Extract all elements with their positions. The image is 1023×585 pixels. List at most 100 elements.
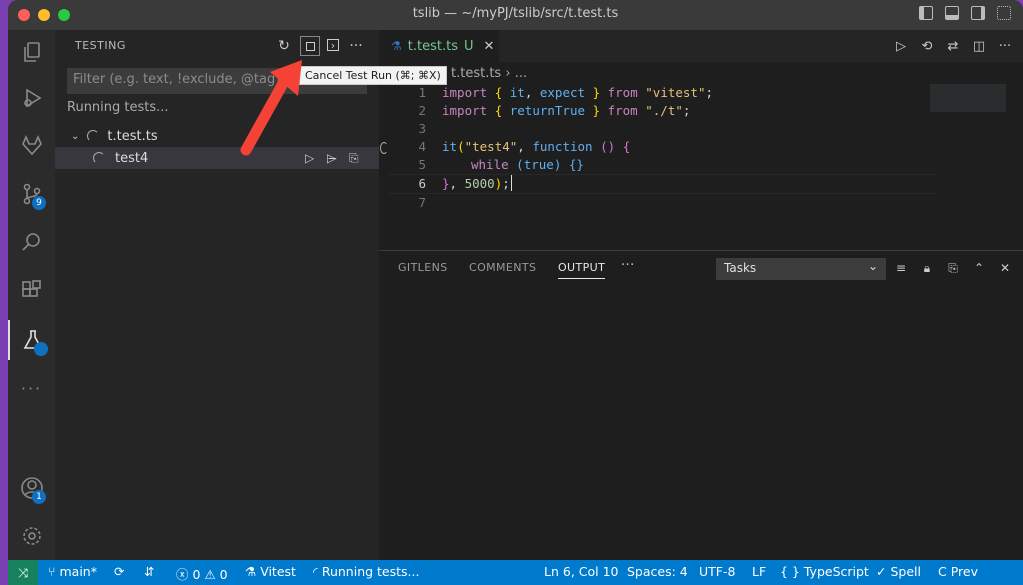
- toggle-panel-icon[interactable]: [945, 6, 959, 20]
- more-actions-icon[interactable]: ···: [347, 37, 365, 55]
- running-tests-indicator[interactable]: ◜ Running tests...: [313, 564, 419, 579]
- git-branch-icon: ⑂: [48, 564, 60, 579]
- code-token: "./t": [645, 103, 683, 118]
- show-output-icon[interactable]: ›: [327, 39, 339, 52]
- test-file-item[interactable]: ⌄ t.test.ts: [55, 125, 379, 147]
- eol-indicator[interactable]: LF: [752, 564, 766, 579]
- gitlab-icon[interactable]: [8, 126, 55, 166]
- tab-gitlens[interactable]: GITLENS: [398, 261, 448, 274]
- gutter-running-icon[interactable]: [380, 142, 388, 154]
- testing-icon[interactable]: [8, 320, 55, 360]
- minimap[interactable]: [930, 84, 1006, 112]
- error-icon: ⓧ: [176, 567, 189, 582]
- refresh-tests-icon[interactable]: ↻: [275, 37, 293, 55]
- cursor-position[interactable]: Ln 6, Col 10: [544, 564, 619, 579]
- vitest-label: Vitest: [260, 564, 296, 579]
- code-token: ;: [705, 85, 714, 100]
- remote-indicator[interactable]: ⤨: [8, 560, 38, 585]
- test-file-label: t.test.ts: [107, 128, 158, 144]
- code-token: (): [600, 139, 616, 154]
- go-to-test-icon[interactable]: ⎘: [349, 151, 359, 166]
- clear-output-icon[interactable]: ≡: [893, 260, 909, 276]
- tab-output[interactable]: OUTPUT: [558, 261, 606, 279]
- code-token: {}: [568, 157, 584, 172]
- language-indicator[interactable]: { } TypeScript: [780, 564, 869, 579]
- vscode-window: tslib — ~/myPJ/tslib/src/t.test.ts 9 ···…: [8, 0, 1023, 585]
- chevron-right-icon: ›: [505, 66, 515, 81]
- accounts-badge: 1: [32, 490, 46, 504]
- test-case-label: test4: [115, 150, 149, 166]
- line-number: 2: [418, 103, 426, 118]
- code-token: import: [442, 85, 488, 100]
- editor-tab-bar: ⚗ t.test.ts U ✕ ▷ ⟲ ⇄ ◫ ···: [379, 30, 1023, 62]
- code-token: ;: [682, 103, 691, 118]
- settings-icon[interactable]: [8, 516, 55, 556]
- code-token: ;: [502, 176, 510, 191]
- maximize-panel-icon[interactable]: ⌃: [971, 260, 987, 276]
- branch-indicator[interactable]: ⑂ main*: [48, 564, 97, 579]
- running-status: Running tests...: [67, 100, 169, 115]
- spell-indicator[interactable]: ✓ Spell: [876, 564, 921, 579]
- code-token: ,: [517, 139, 525, 154]
- problems-indicator[interactable]: ⓧ 0 ⚠ 0: [176, 564, 228, 583]
- customize-layout-icon[interactable]: [997, 6, 1011, 20]
- encoding-indicator[interactable]: UTF-8: [699, 564, 735, 579]
- close-panel-icon[interactable]: ✕: [997, 260, 1013, 276]
- close-tab-icon[interactable]: ✕: [483, 39, 494, 54]
- c-prev-indicator[interactable]: C Prev: [938, 564, 978, 579]
- cancel-test-run-tooltip: Cancel Test Run (⌘; ⌘X): [299, 66, 447, 85]
- source-control-icon[interactable]: 9: [8, 174, 55, 214]
- bottom-panel: GITLENS COMMENTS OUTPUT ··· Tasks ⌄ ≡ 🔒︎…: [379, 250, 1023, 561]
- indentation-indicator[interactable]: Spaces: 4: [627, 564, 688, 579]
- breadcrumb-symbols[interactable]: ...: [515, 66, 527, 81]
- run-file-icon[interactable]: ▷: [893, 38, 909, 54]
- code-token: }: [442, 176, 450, 191]
- lock-scroll-icon[interactable]: 🔒︎: [919, 260, 935, 276]
- search-icon[interactable]: [8, 222, 55, 262]
- window-title: tslib — ~/myPJ/tslib/src/t.test.ts: [412, 6, 619, 21]
- editor-tab[interactable]: ⚗ t.test.ts U ✕: [379, 30, 499, 62]
- branch-label: main*: [59, 564, 97, 579]
- status-bar: ⤨ ⑂ main* ⟳ ⇵ ⓧ 0 ⚠ 0 ⚗ Vitest ◜ Running…: [8, 560, 1023, 585]
- editor-actions: ▷ ⟲ ⇄ ◫ ···: [893, 38, 1013, 54]
- code-line-current: 6 }, 5000);: [388, 174, 936, 194]
- code-editor[interactable]: 1 import { it, expect } from "vitest"; 2…: [388, 84, 936, 212]
- panel-more-icon[interactable]: ···: [621, 258, 635, 273]
- warning-count: 0: [219, 567, 228, 582]
- compare-icon[interactable]: ⇵: [144, 564, 154, 579]
- extensions-icon[interactable]: [8, 270, 55, 310]
- code-token: it: [509, 85, 525, 100]
- code-token: {: [494, 85, 503, 100]
- open-output-editor-icon[interactable]: ⎘: [945, 260, 961, 276]
- testing-sidebar: TESTING ↻ › ··· Filter (e.g. text, !excl…: [55, 30, 379, 560]
- tab-comments[interactable]: COMMENTS: [469, 261, 536, 274]
- debug-test-icon[interactable]: ▷̶: [327, 151, 336, 165]
- cancel-test-run-button[interactable]: [300, 36, 320, 56]
- loading-spinner-icon: ◜: [313, 564, 322, 579]
- accounts-icon[interactable]: 1: [8, 468, 55, 508]
- compare-changes-icon[interactable]: ⇄: [945, 38, 961, 54]
- test-case-item[interactable]: test4 ▷ ▷̶ ⎘: [55, 147, 379, 169]
- loading-spinner-icon: [93, 152, 105, 164]
- spell-label: Spell: [890, 564, 921, 579]
- activity-bar: 9 ··· 1: [8, 30, 55, 560]
- line-number: 3: [418, 121, 426, 136]
- line-number: 6: [418, 176, 426, 191]
- code-line: 5 while (true) {}: [388, 156, 936, 174]
- more-icon[interactable]: ···: [8, 368, 55, 408]
- breadcrumb-file[interactable]: t.test.ts: [451, 66, 501, 81]
- code-token: while: [471, 157, 509, 172]
- vitest-indicator[interactable]: ⚗ Vitest: [245, 564, 296, 579]
- output-channel-select[interactable]: Tasks ⌄: [716, 258, 886, 280]
- split-editor-icon[interactable]: ◫: [971, 38, 987, 54]
- more-actions-icon[interactable]: ···: [997, 38, 1013, 54]
- chevron-down-icon[interactable]: ⌄: [71, 131, 79, 142]
- chevron-down-icon: ⌄: [867, 259, 878, 273]
- toggle-sidebar-icon[interactable]: [919, 6, 933, 20]
- timeline-icon[interactable]: ⟲: [919, 38, 935, 54]
- sync-icon[interactable]: ⟳: [114, 564, 124, 579]
- toggle-secondary-sidebar-icon[interactable]: [971, 6, 985, 20]
- code-token: from: [607, 85, 638, 100]
- run-debug-icon[interactable]: [8, 78, 55, 118]
- explorer-icon[interactable]: [8, 32, 55, 72]
